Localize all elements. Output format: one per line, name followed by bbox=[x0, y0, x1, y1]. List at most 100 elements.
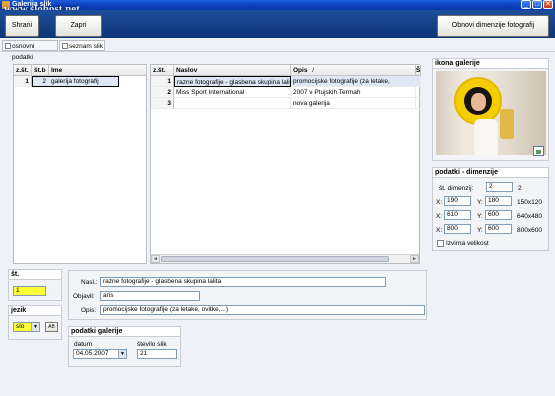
tab-osnovni-podatki[interactable]: osnovni podatki bbox=[2, 40, 58, 61]
table-cell-extra[interactable] bbox=[416, 76, 421, 87]
table-cell-stb[interactable]: 2 bbox=[32, 76, 49, 87]
column-header-naslov[interactable]: Naslov bbox=[174, 65, 291, 76]
row-number[interactable]: 1 bbox=[14, 76, 32, 87]
dimension-count-note: 2 bbox=[518, 185, 522, 192]
minimize-button[interactable]: _ bbox=[521, 0, 531, 9]
gallery-photo bbox=[436, 71, 546, 155]
chevron-down-icon: ▼ bbox=[118, 350, 126, 358]
date-label: datum bbox=[74, 341, 93, 348]
photo-face bbox=[471, 93, 486, 111]
photo-accent bbox=[500, 109, 514, 139]
gallery-list-grid[interactable]: z.št. št.b Ime 1 2 galerija fotografij bbox=[13, 64, 147, 264]
dimension-count-label: št. dimenzij: bbox=[439, 185, 474, 192]
title-bar: Galerija slik www.slohost.net _ □ ✕ bbox=[0, 0, 555, 15]
size-label-1: 150x120 bbox=[517, 199, 542, 206]
table-cell-opis[interactable]: promocijske fotografije (za letake, bbox=[291, 76, 416, 87]
column-header-opis-label: Opis bbox=[293, 67, 308, 74]
size-label-3: 800x600 bbox=[517, 227, 542, 234]
table-cell-opis[interactable]: nova galerija bbox=[291, 98, 416, 109]
language-value: slo bbox=[16, 323, 25, 330]
x-label: X: bbox=[436, 213, 443, 220]
scroll-right-icon[interactable]: ► bbox=[410, 255, 419, 263]
table-cell-naslov[interactable] bbox=[174, 98, 291, 109]
table-cell-opis[interactable]: 2007 v Ptujskih Termah bbox=[291, 87, 416, 98]
table-cell-extra[interactable] bbox=[416, 98, 421, 109]
table-cell-ime[interactable]: galerija fotografij bbox=[49, 76, 119, 87]
y-label: Y: bbox=[477, 227, 483, 234]
row-number[interactable]: 1 bbox=[151, 76, 174, 87]
photo-ring bbox=[454, 77, 502, 125]
spellcheck-button[interactable]: AB bbox=[45, 322, 58, 332]
tab-checkbox-icon bbox=[5, 43, 11, 49]
dimensions-panel: podatki - dimenzije št. dimenzij: 2 2 X:… bbox=[432, 167, 549, 251]
number-field[interactable]: 1 bbox=[13, 286, 46, 296]
close-icon: ✕ bbox=[545, 1, 551, 8]
photo-count-field[interactable]: 21 bbox=[137, 349, 177, 359]
scrollbar-thumb[interactable] bbox=[161, 256, 389, 262]
minimize-icon: _ bbox=[524, 1, 528, 8]
language-select[interactable]: slo ▼ bbox=[13, 322, 40, 332]
panel-title: jezik bbox=[9, 306, 61, 316]
chevron-down-icon: ▼ bbox=[31, 323, 39, 331]
author-label: Objavil: bbox=[73, 293, 95, 300]
row-number[interactable]: 2 bbox=[151, 87, 174, 98]
maximize-icon: □ bbox=[534, 1, 540, 8]
original-size-label: Izvirna velikost bbox=[446, 240, 489, 247]
x-field-3[interactable]: 800 bbox=[444, 224, 471, 234]
column-header-zst[interactable]: z.št. bbox=[14, 65, 32, 76]
column-header-ime[interactable]: Ime bbox=[49, 65, 147, 76]
x-field-2[interactable]: 610 bbox=[444, 210, 471, 220]
title-field[interactable]: razne fotografije - glasbena skupina lal… bbox=[100, 277, 386, 287]
table-cell-extra[interactable] bbox=[416, 87, 421, 98]
column-header-zst[interactable]: z.št. bbox=[151, 65, 174, 76]
size-label-2: 640x480 bbox=[517, 213, 542, 220]
y-field-3[interactable]: 600 bbox=[485, 224, 512, 234]
table-cell-naslov[interactable]: razne fotografije - glasbena skupina lal… bbox=[174, 76, 291, 87]
x-label: X: bbox=[436, 227, 443, 234]
panel-title: ikona galerije bbox=[433, 59, 548, 69]
refresh-dimensions-button[interactable]: Obnovi dimenzije fotografij bbox=[437, 15, 549, 37]
tab-checkbox-icon bbox=[62, 43, 68, 49]
tab-seznam-slik[interactable]: seznam slik bbox=[59, 40, 105, 51]
photo-body bbox=[474, 119, 498, 155]
save-button[interactable]: Shrani bbox=[5, 15, 39, 37]
table-cell-naslov[interactable]: Miss Sport International bbox=[174, 87, 291, 98]
description-field[interactable]: promocijske fotografije (za letake, ovit… bbox=[100, 305, 425, 315]
scroll-left-icon[interactable]: ◄ bbox=[151, 255, 160, 263]
panel-title: št. bbox=[9, 270, 61, 280]
photo-count-label: število slik bbox=[137, 341, 167, 348]
change-image-icon[interactable] bbox=[533, 146, 544, 156]
x-field-1[interactable]: 190 bbox=[444, 196, 471, 206]
gallery-info-panel: podatki galerije datum 04.05.2007 ▼ štev… bbox=[68, 326, 181, 367]
dimension-count-field[interactable]: 2 bbox=[486, 182, 513, 192]
app-icon bbox=[2, 1, 10, 9]
tab-label: seznam slik bbox=[69, 43, 103, 50]
close-window-button[interactable]: ✕ bbox=[543, 0, 553, 9]
date-picker[interactable]: 04.05.2007 ▼ bbox=[73, 349, 127, 359]
tab-bar: osnovni podatki seznam slik bbox=[0, 38, 555, 61]
author-field[interactable]: aris bbox=[100, 291, 200, 301]
column-header-opis[interactable]: Opis / bbox=[291, 65, 416, 76]
original-size-checkbox[interactable] bbox=[437, 240, 444, 247]
column-header-stb[interactable]: št.b bbox=[32, 65, 49, 76]
details-panel: Nasl.: razne fotografije - glasbena skup… bbox=[68, 270, 427, 320]
spellcheck-icon: AB bbox=[48, 324, 55, 330]
photo-grid[interactable]: z.št. Naslov Opis / Še 1 razne fotografi… bbox=[150, 64, 421, 264]
sort-indicator-icon: / bbox=[312, 67, 315, 74]
toolbar: Shrani Zapri Obnovi dimenzije fotografij bbox=[0, 10, 555, 38]
language-panel: jezik slo ▼ AB bbox=[8, 305, 62, 340]
number-panel: št. 1 bbox=[8, 269, 62, 301]
y-label: Y: bbox=[477, 199, 483, 206]
column-header-extra[interactable]: Še bbox=[416, 65, 421, 76]
maximize-button[interactable]: □ bbox=[532, 0, 542, 9]
tab-label: osnovni podatki bbox=[12, 43, 35, 61]
row-number[interactable]: 3 bbox=[151, 98, 174, 109]
y-field-2[interactable]: 600 bbox=[485, 210, 512, 220]
y-field-1[interactable]: 180 bbox=[485, 196, 512, 206]
panel-title: podatki - dimenzije bbox=[433, 168, 548, 178]
close-button-label: Zapri bbox=[70, 22, 87, 29]
y-label: Y: bbox=[477, 213, 483, 220]
horizontal-scrollbar[interactable]: ◄ ► bbox=[151, 254, 419, 263]
window-title: Galerija slik bbox=[12, 1, 52, 8]
close-button[interactable]: Zapri bbox=[55, 15, 102, 37]
